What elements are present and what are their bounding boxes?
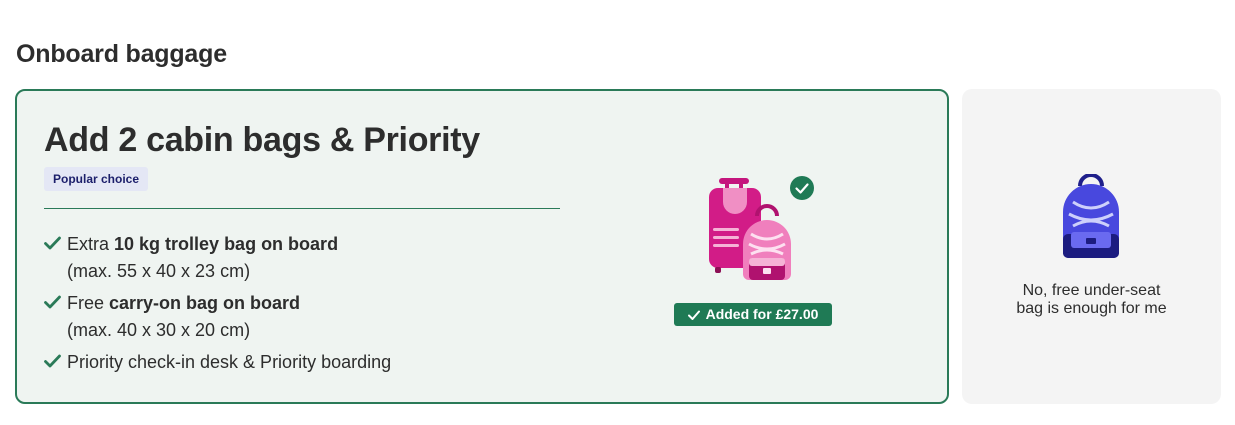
feature-highlight: carry-on bag on board <box>109 293 301 313</box>
check-circle-icon <box>790 176 814 200</box>
divider <box>44 208 560 209</box>
feature-text: Priority check-in desk & Priority boardi… <box>67 352 392 372</box>
check-icon <box>687 310 700 320</box>
feature-highlight: 10 kg trolley bag on board <box>114 234 339 254</box>
popular-choice-badge: Popular choice <box>44 167 149 191</box>
feature-dimensions: (max. 40 x 30 x 20 cm) <box>67 320 251 340</box>
cabin-bags-priority-option[interactable]: Add 2 cabin bags & Priority Popular choi… <box>15 89 949 404</box>
option-label: No, free under-seat bag is enough for me <box>982 282 1201 318</box>
feature-list: Extra 10 kg trolley bag on board (max. 5… <box>44 231 391 376</box>
feature-item: Priority check-in desk & Priority boardi… <box>44 349 391 376</box>
added-price-badge: Added for £27.00 <box>674 303 832 326</box>
free-underseat-bag-option[interactable]: No, free under-seat bag is enough for me <box>962 89 1221 404</box>
feature-dimensions: (max. 55 x 40 x 23 cm) <box>67 261 251 281</box>
feature-item: Extra 10 kg trolley bag on board (max. 5… <box>44 231 391 285</box>
option-label-line2: bag is enough for me <box>1016 300 1167 317</box>
feature-item: Free carry-on bag on board (max. 40 x 30… <box>44 290 391 344</box>
added-price-label: Added for £27.00 <box>705 306 819 322</box>
check-icon <box>44 354 61 368</box>
option-label-line1: No, free under-seat <box>1022 282 1161 299</box>
check-icon <box>44 236 61 250</box>
section-title: Onboard baggage <box>16 40 227 68</box>
option-title: Add 2 cabin bags & Priority <box>44 121 480 159</box>
check-icon <box>44 295 61 309</box>
backpack-illustration <box>1063 174 1119 258</box>
feature-text: Free <box>67 293 110 313</box>
feature-text: Extra <box>67 234 115 254</box>
